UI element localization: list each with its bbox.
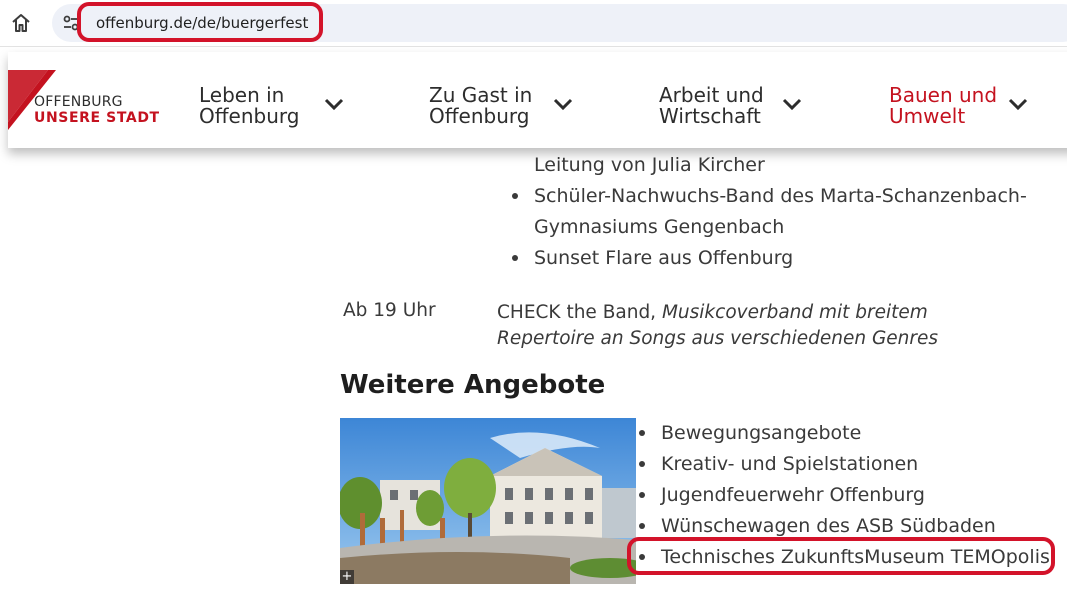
list-item: Gymnasiums Gengenbach — [534, 216, 785, 238]
chevron-down-icon — [1008, 98, 1028, 111]
url-annotation-highlight — [77, 2, 323, 42]
nav-label-line1: Arbeit und — [659, 83, 764, 107]
chevron-down-icon — [553, 98, 573, 111]
nav-label-line1: Leben in — [199, 83, 285, 107]
event-photo-image — [340, 418, 636, 584]
section-heading-weitere-angebote: Weitere Angebote — [340, 370, 606, 400]
nav-label-line2: Offenburg — [199, 104, 300, 128]
offenburg-logo[interactable]: OFFENBURG UNSERE STADT — [8, 70, 168, 130]
schedule-time: Ab 19 Uhr — [343, 300, 436, 321]
logo-text-offenburg: OFFENBURG — [34, 94, 123, 110]
nav-arbeit-und-wirtschaft[interactable]: Arbeit und Wirtschaft — [659, 83, 802, 135]
nav-label-line2: Wirtschaft — [659, 104, 761, 128]
logo-text-unsere-stadt: UNSERE STADT — [34, 110, 160, 126]
schedule-act: CHECK the Band, — [497, 302, 657, 323]
schedule-description: CHECK the Band, Musikcoverband mit breit… — [497, 300, 1017, 352]
list-item: Bewegungsangebote — [639, 418, 1061, 449]
nav-label-line1: Zu Gast in — [429, 83, 533, 107]
list-item: Schüler-Nachwuchs-Band des Marta-Schanze… — [512, 181, 1034, 212]
event-photo[interactable]: + — [340, 418, 636, 584]
expand-image-icon[interactable]: + — [340, 570, 354, 584]
list-item: Jugendfeuerwehr Offenburg — [639, 480, 1061, 511]
list-item: Sunset Flare aus Offenburg — [512, 243, 1034, 274]
chevron-down-icon — [324, 98, 344, 111]
browser-toolbar: offenburg.de/de/buergerfest — [0, 0, 1067, 47]
temopolis-annotation-highlight — [627, 537, 1055, 575]
band-list: Leitung von Julia Kircher Schüler-Nachwu… — [512, 150, 1034, 274]
home-icon[interactable] — [10, 12, 32, 34]
nav-zu-gast-in-offenburg[interactable]: Zu Gast in Offenburg — [429, 83, 573, 135]
nav-leben-in-offenburg[interactable]: Leben in Offenburg — [199, 83, 344, 135]
nav-label-line2: Umwelt — [889, 104, 966, 128]
nav-bauen-und-umwelt[interactable]: Bauen und Umwelt — [889, 83, 1028, 135]
nav-label-line2: Offenburg — [429, 104, 530, 128]
nav-label-line1: Bauen und — [889, 83, 998, 107]
chevron-down-icon — [782, 98, 802, 111]
list-item: Leitung von Julia Kircher — [534, 154, 765, 176]
site-header: OFFENBURG UNSERE STADT Leben in Offenbur… — [8, 52, 1067, 148]
list-item: Kreativ- und Spielstationen — [639, 449, 1061, 480]
